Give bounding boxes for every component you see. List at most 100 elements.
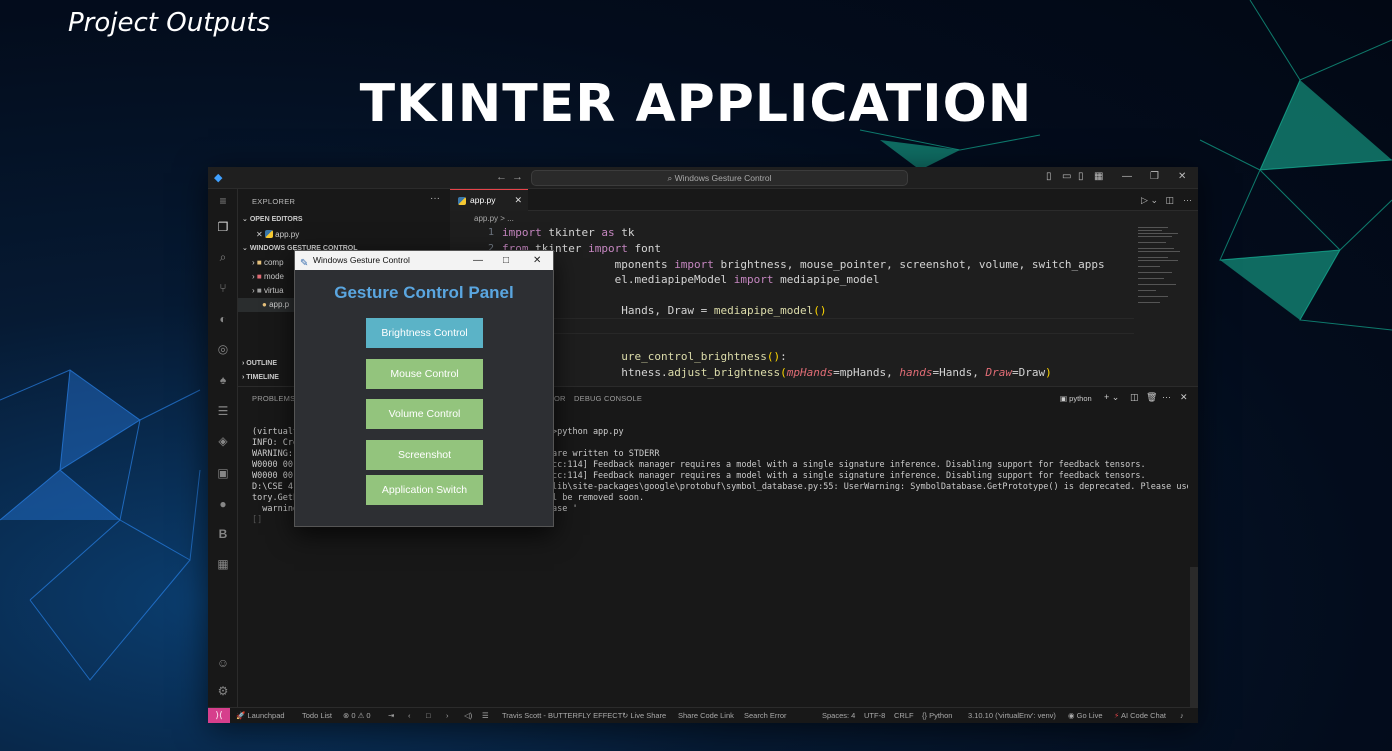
status-exit-icon[interactable]: ⇥ <box>388 711 394 720</box>
screenshot-button[interactable]: Screenshot <box>366 440 483 470</box>
status-todo[interactable]: Todo List <box>302 711 332 720</box>
minimize-icon[interactable]: — <box>1122 171 1132 182</box>
tk-minimize-icon[interactable]: — <box>473 251 483 270</box>
more-actions-icon[interactable]: ··· <box>1162 392 1171 402</box>
terminal-cursor: [] <box>252 515 263 525</box>
folder-icon: ■ <box>256 258 262 267</box>
line-number: 1 <box>487 227 494 238</box>
outline-section[interactable]: › OUTLINE <box>242 360 277 367</box>
status-search-error[interactable]: Search Error <box>744 711 787 720</box>
timeline-section[interactable]: › TIMELINE <box>242 374 279 381</box>
tk-feather-icon: ✎ <box>300 258 309 269</box>
layout-icon[interactable]: ▦ <box>1094 171 1103 182</box>
tree-item-app-py[interactable]: ● app.p <box>262 300 289 309</box>
notifications-bell-icon[interactable]: ♪ <box>1180 711 1184 720</box>
brightness-control-button[interactable]: Brightness Control <box>366 318 483 348</box>
spotify-icon[interactable]: ● <box>215 496 231 512</box>
open-editors-section[interactable]: ⌄ OPEN EDITORS <box>242 215 303 223</box>
status-problems[interactable]: ⊗ 0 ⚠ 0 <box>343 711 371 720</box>
title-bar: ◆ ← → ⌕ Windows Gesture Control ▯ ▭ ▯ ▦ … <box>208 167 1198 189</box>
tab-app-py[interactable]: app.py ✕ <box>450 189 528 211</box>
more-actions-icon[interactable]: ··· <box>1183 195 1192 205</box>
status-bar: ⟩⟨ 🚀 Launchpad Todo List ⊗ 0 ⚠ 0 ⇥ ‹ □ ›… <box>208 707 1198 723</box>
new-terminal-icon[interactable]: + ⌄ <box>1104 392 1119 403</box>
status-music[interactable]: Travis Scott - BUTTERFLY EFFECT <box>502 711 622 720</box>
source-control-icon[interactable]: ⑂ <box>215 280 231 296</box>
folder-icon: ■ <box>256 286 262 295</box>
tab-debug-console[interactable]: DEBUG CONSOLE <box>574 394 642 403</box>
tree-item-model[interactable]: › ■ mode <box>252 272 284 281</box>
python-file-icon <box>458 197 466 205</box>
tree-item-components[interactable]: › ■ comp <box>252 258 284 267</box>
split-editor-icon[interactable]: ◫ <box>1165 195 1174 206</box>
breadcrumb[interactable]: app.py > ... <box>474 214 514 223</box>
next-track-icon[interactable]: › <box>446 711 449 720</box>
status-launchpad[interactable]: 🚀 Launchpad <box>236 711 285 720</box>
layers-icon[interactable]: ◈ <box>215 433 231 449</box>
status-ai-chat[interactable]: ⚡ AI Code Chat <box>1114 711 1166 720</box>
terminal-icon: ▣ <box>1060 394 1070 403</box>
toggle-sidebar-icon[interactable]: ▯ <box>1046 171 1052 182</box>
run-debug-icon[interactable]: ◐ <box>215 311 231 327</box>
run-icon[interactable]: ▷ ⌄ <box>1141 195 1158 206</box>
status-share-code[interactable]: Share Code Link <box>678 711 734 720</box>
slide-title: TKINTER APPLICATION <box>359 74 1033 134</box>
status-go-live[interactable]: ◉ Go Live <box>1068 711 1103 720</box>
toggle-panel-icon[interactable]: ▭ <box>1062 171 1071 182</box>
tk-maximize-icon[interactable]: □ <box>503 251 509 270</box>
prev-track-icon[interactable]: ‹ <box>408 711 411 720</box>
extensions-icon[interactable]: ▦ <box>215 556 231 572</box>
more-actions-icon[interactable]: ··· <box>430 193 440 204</box>
menu-icon[interactable]: ≡ <box>215 193 231 209</box>
restore-icon[interactable]: ❐ <box>1150 171 1159 182</box>
open-editor-item[interactable]: ✕ app.py <box>256 229 299 239</box>
status-live-share[interactable]: ↻ Live Share <box>622 711 666 720</box>
application-switch-button[interactable]: Application Switch <box>366 475 483 505</box>
python-file-icon <box>264 230 273 238</box>
forward-arrow-icon[interactable]: → <box>512 171 523 183</box>
status-interpreter[interactable]: 3.10.10 ('virtualEnv': venv) <box>968 711 1056 720</box>
toggle-secondary-icon[interactable]: ▯ <box>1078 171 1084 182</box>
activity-bar: ≡ ❐ ⌕ ⑂ ◐ ◎ ♠ ☰ ◈ ▣ ● B ▦ ☺ ⚙ <box>208 189 238 707</box>
terminal-line: are written to STDERR <box>552 449 660 459</box>
close-panel-icon[interactable]: ✕ <box>1180 392 1188 403</box>
code-line: htness.adjust_brightness(mpHands=mpHands… <box>502 366 1052 379</box>
vscode-logo-icon: ◆ <box>214 172 223 184</box>
minimap[interactable] <box>1134 225 1184 315</box>
status-encoding[interactable]: UTF-8 <box>864 711 885 720</box>
status-eol[interactable]: CRLF <box>894 711 914 720</box>
status-spaces[interactable]: Spaces: 4 <box>822 711 855 720</box>
docker-icon[interactable]: ▣ <box>215 465 231 481</box>
tab-output[interactable]: OR <box>554 394 566 403</box>
account-icon[interactable]: ☺ <box>215 655 231 671</box>
search-icon[interactable]: ⌕ <box>215 249 231 265</box>
terminal-line: l be removed soon. <box>552 493 645 503</box>
stop-icon[interactable]: □ <box>426 711 431 720</box>
terminal-selector[interactable]: ▣ python <box>1060 394 1092 403</box>
status-language[interactable]: {} Python <box>922 711 952 720</box>
back-arrow-icon[interactable]: ← <box>496 171 507 183</box>
volume-control-button[interactable]: Volume Control <box>366 399 483 429</box>
terminal-scrollbar[interactable] <box>1190 567 1198 707</box>
mongodb-icon[interactable]: ♠ <box>215 372 231 388</box>
database-icon[interactable]: ☰ <box>215 403 231 419</box>
mouse-control-button[interactable]: Mouse Control <box>366 359 483 389</box>
slide-kicker: Project Outputs <box>68 8 271 38</box>
terminal-line: >python app.py <box>552 427 624 437</box>
explorer-icon[interactable]: ❐ <box>215 219 231 235</box>
playlist-icon[interactable]: ☰ <box>482 711 489 720</box>
remote-indicator-icon[interactable]: ⟩⟨ <box>208 708 230 723</box>
tree-item-virtualenv[interactable]: › ■ virtua <box>252 286 284 295</box>
volume-icon[interactable]: ◁) <box>464 711 472 720</box>
split-terminal-icon[interactable]: ◫ <box>1130 392 1139 403</box>
tk-heading: Gesture Control Panel <box>334 283 514 302</box>
kill-terminal-icon[interactable]: 🗑 <box>1146 392 1157 403</box>
github-icon[interactable]: ◎ <box>215 341 231 357</box>
close-icon[interactable]: ✕ <box>1178 171 1186 182</box>
bookmark-b-icon[interactable]: B <box>215 526 231 542</box>
command-center[interactable]: ⌕ Windows Gesture Control <box>531 170 908 186</box>
tab-problems[interactable]: PROBLEMS <box>252 394 295 403</box>
tk-close-icon[interactable]: ✕ <box>533 251 541 270</box>
tab-close-icon[interactable]: ✕ <box>514 190 522 211</box>
settings-icon[interactable]: ⚙ <box>215 683 231 699</box>
